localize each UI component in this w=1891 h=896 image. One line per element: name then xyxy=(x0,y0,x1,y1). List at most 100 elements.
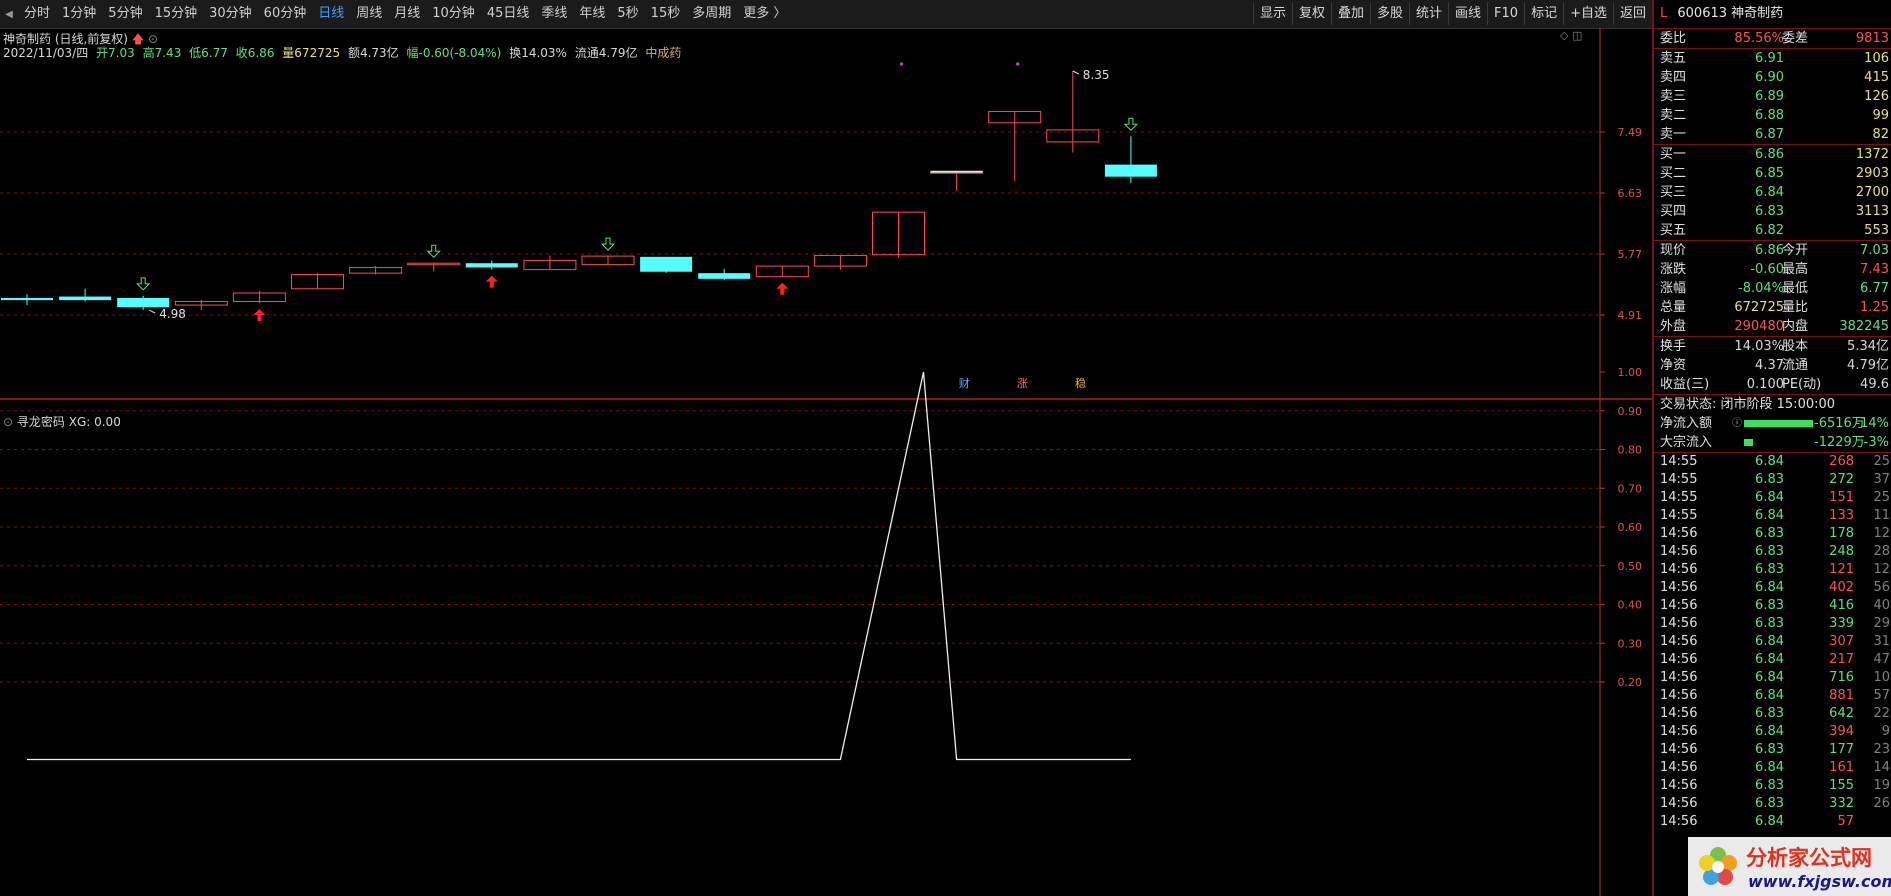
tick-price: 6.84 xyxy=(1755,454,1784,469)
tick-count: 57 xyxy=(1873,688,1890,703)
toolbar-button[interactable]: 返回 xyxy=(1612,3,1652,25)
stat-value: 7.43 xyxy=(1860,262,1889,277)
toolbar-button[interactable]: +自选 xyxy=(1563,3,1613,25)
stat-label: PE(动) xyxy=(1782,377,1822,392)
candle-body xyxy=(1,297,53,301)
tick-volume: 307 xyxy=(1829,634,1854,649)
event-marker: 稳 xyxy=(1075,376,1086,390)
stat-row: 换手 14.03% 股本 5.34亿 xyxy=(1654,337,1891,356)
toolbar-button[interactable]: 复权 xyxy=(1291,3,1331,25)
stat-label: 流通 xyxy=(1782,358,1809,373)
trade-state: 交易状态: 闭市阶段 15:00:00 xyxy=(1654,395,1891,414)
stat-label: 股本 xyxy=(1782,339,1809,354)
tick-time: 14:55 xyxy=(1660,508,1698,523)
tick-price: 6.84 xyxy=(1755,490,1784,505)
chart-canvas[interactable]: 7.49 6.63 5.77 4.91 8.35 4.98 财 涨 稳 1.00 0.90 0.80 0… xyxy=(0,28,1652,896)
indicator-axis-label: 0.30 xyxy=(1618,637,1643,650)
stat-value: 14.03% xyxy=(1734,339,1784,354)
stat-value: 0.100 xyxy=(1746,377,1784,392)
period-tab[interactable]: 5分钟 xyxy=(102,3,148,25)
tick-count: 22 xyxy=(1873,706,1890,721)
tick-count: 25 xyxy=(1873,454,1890,469)
toolbar-button[interactable]: 多股 xyxy=(1369,3,1409,25)
indicator-toggle-icon[interactable]: ⊙ xyxy=(3,415,13,429)
period-tab[interactable]: 60分钟 xyxy=(258,3,313,25)
toolbar-button[interactable]: 统计 xyxy=(1409,3,1448,25)
period-tab[interactable]: 15秒 xyxy=(645,3,687,25)
toolbar-button[interactable]: 叠加 xyxy=(1330,3,1370,25)
block-inflow-row: 大宗流入 -1229万 -3% xyxy=(1654,433,1891,453)
period-tab[interactable]: 30分钟 xyxy=(203,3,258,25)
stat-label: 量比 xyxy=(1782,300,1809,315)
buy-order-row: 买二 6.85 2903 xyxy=(1654,164,1891,183)
toolbar-button[interactable]: 显示 xyxy=(1252,3,1292,25)
info-icon[interactable]: ⓘ xyxy=(1732,414,1742,433)
price-axis-label: 6.63 xyxy=(1618,187,1643,200)
order-label: 卖一 xyxy=(1660,127,1687,142)
tick-time: 14:56 xyxy=(1660,580,1698,595)
order-price: 6.88 xyxy=(1755,108,1784,123)
price-axis-label: 7.49 xyxy=(1618,126,1643,139)
tick-volume: 133 xyxy=(1829,508,1854,523)
tick-time: 14:56 xyxy=(1660,778,1698,793)
stat-value: 4.79亿 xyxy=(1847,358,1889,373)
trade-state-text: 交易状态: 闭市阶段 15:00:00 xyxy=(1660,397,1836,412)
period-tab[interactable]: 10分钟 xyxy=(426,3,481,25)
tick-count: 31 xyxy=(1873,634,1890,649)
stat-value: 6.86 xyxy=(1755,243,1784,258)
stat-row: 净资 4.37 流通 4.79亿 xyxy=(1654,356,1891,375)
period-tab[interactable]: 日线 xyxy=(312,3,350,25)
tick-volume: 155 xyxy=(1829,778,1854,793)
tick-price: 6.83 xyxy=(1755,796,1784,811)
tick-volume: 416 xyxy=(1829,598,1854,613)
tick-count: 9 xyxy=(1881,724,1890,739)
tick-row: 14:56 6.83 416 40 xyxy=(1654,597,1891,615)
order-label: 买四 xyxy=(1660,204,1687,219)
tick-row: 14:56 6.84 394 9 xyxy=(1654,723,1891,741)
site-logo: 分析家公式网 www.fxjgsw.com xyxy=(1688,837,1891,896)
collapse-icon[interactable]: ◀ xyxy=(0,9,18,20)
tick-list[interactable]: 14:55 6.84 268 25 14:55 6.83 272 37 14:55 6.84 151… xyxy=(1654,453,1891,831)
toolbar-button[interactable]: F10 xyxy=(1487,3,1524,25)
tick-row: 14:56 6.84 57 xyxy=(1654,813,1891,831)
toolbar-button[interactable]: 标记 xyxy=(1524,3,1563,25)
tick-row: 14:55 6.84 133 11 xyxy=(1654,507,1891,525)
period-tab[interactable]: 分时 xyxy=(18,3,56,25)
period-tab[interactable]: 月线 xyxy=(388,3,426,25)
period-tab[interactable]: 1分钟 xyxy=(56,3,102,25)
weibi-label: 委比 xyxy=(1660,31,1687,46)
stat-label: 现价 xyxy=(1660,243,1687,258)
high-price-label: 8.35 xyxy=(1083,68,1110,82)
toolbar-button[interactable]: 画线 xyxy=(1448,3,1487,25)
period-tab[interactable]: 季线 xyxy=(535,3,573,25)
tick-count: 37 xyxy=(1873,472,1890,487)
toolbar-buttons: 显示 复权 叠加 多股 统计 画线 F10 标记 +自选 返回 xyxy=(1252,0,1652,28)
period-tab[interactable]: 45日线 xyxy=(481,3,536,25)
tick-time: 14:56 xyxy=(1660,562,1698,577)
tick-time: 14:56 xyxy=(1660,544,1698,559)
period-tab[interactable]: 更多 〉 xyxy=(737,3,792,25)
period-tab[interactable]: 周线 xyxy=(350,3,388,25)
quote-stats: 现价 6.86 今开 7.03 涨跌 -0.60 最高 7.43 涨幅 -8.04% 最低 6.77 总… xyxy=(1654,241,1891,337)
buy-order-row: 买五 6.82 553 xyxy=(1654,221,1891,240)
period-tab[interactable]: 多周期 xyxy=(686,3,737,25)
tick-price: 6.84 xyxy=(1755,580,1784,595)
indicator-axis-label: 0.90 xyxy=(1618,405,1643,418)
quote-stats-2: 换手 14.03% 股本 5.34亿 净资 4.37 流通 4.79亿 收益(三) 0.100 PE… xyxy=(1654,337,1891,395)
period-tab[interactable]: 年线 xyxy=(573,3,611,25)
kline-chart-area[interactable]: 神奇制药 (日线,前复权) 🡅 ⊙ 2022/11/03/四 开7.03 高7.… xyxy=(0,28,1652,896)
tick-price: 6.84 xyxy=(1755,634,1784,649)
stat-label: 涨幅 xyxy=(1660,281,1687,296)
period-tabs: ◀ 分时 1分钟 5分钟 15分钟 30分钟 60分钟 日线 周线 月线 10分钟 45日线 季线 年线… xyxy=(0,0,792,28)
sell-order-row: 卖五 6.91 106 xyxy=(1654,49,1891,68)
tick-volume: 248 xyxy=(1829,544,1854,559)
stat-value: 672725 xyxy=(1734,300,1784,315)
order-volume: 3113 xyxy=(1855,204,1889,219)
tick-count: 40 xyxy=(1873,598,1890,613)
indicator-title: 寻龙密码 xyxy=(16,415,65,429)
period-tab[interactable]: 5秒 xyxy=(611,3,644,25)
tick-volume: 881 xyxy=(1829,688,1854,703)
period-tab[interactable]: 15分钟 xyxy=(149,3,204,25)
tick-price: 6.83 xyxy=(1755,562,1784,577)
tick-volume: 394 xyxy=(1829,724,1854,739)
